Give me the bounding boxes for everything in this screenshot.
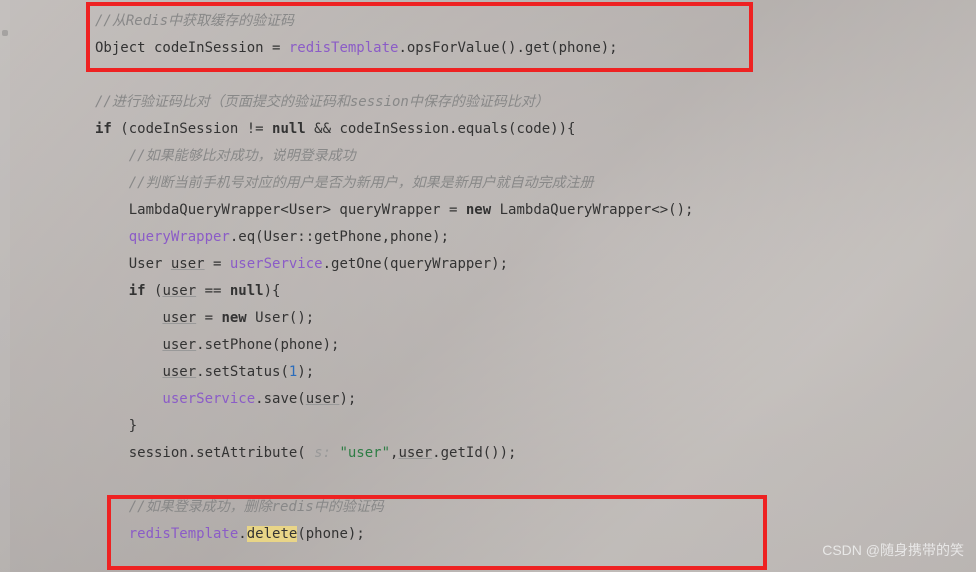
method-highlight: delete (247, 526, 298, 542)
keyword: null (230, 283, 264, 299)
code-line (95, 467, 976, 494)
code-text: ); (339, 391, 356, 407)
param-hint: s: (306, 445, 340, 461)
code-text: User(); (247, 310, 314, 326)
code-text: } (95, 418, 137, 434)
field-ref: redisTemplate (95, 526, 238, 542)
variable: user (162, 283, 196, 299)
code-text: = (196, 310, 221, 326)
code-line (95, 62, 976, 89)
variable: user (171, 256, 205, 272)
code-line: userService.save(user); (95, 386, 976, 413)
code-text (95, 364, 162, 380)
code-text: (codeInSession != (112, 121, 272, 137)
variable: user (162, 337, 196, 353)
code-text: .getId()); (432, 445, 516, 461)
code-line: LambdaQueryWrapper<User> queryWrapper = … (95, 197, 976, 224)
keyword: if (95, 121, 112, 137)
variable: user (398, 445, 432, 461)
code-text: .setStatus( (196, 364, 289, 380)
code-line: //如果登录成功，删除redis中的验证码 (95, 494, 976, 521)
code-line: //进行验证码比对（页面提交的验证码和session中保存的验证码比对） (95, 89, 976, 116)
code-line: if (user == null){ (95, 278, 976, 305)
code-text: LambdaQueryWrapper<User> queryWrapper = (95, 202, 466, 218)
keyword: if (95, 283, 146, 299)
keyword: new (466, 202, 491, 218)
field-ref: redisTemplate (289, 40, 399, 56)
variable: user (306, 391, 340, 407)
code-line: user.setPhone(phone); (95, 332, 976, 359)
code-text: LambdaQueryWrapper<>(); (491, 202, 693, 218)
code-line: } (95, 413, 976, 440)
keyword: new (221, 310, 246, 326)
string-literal: "user" (339, 445, 390, 461)
code-text: . (238, 526, 246, 542)
code-text: .opsForValue().get(phone); (398, 40, 617, 56)
code-line: user = new User(); (95, 305, 976, 332)
field-ref: userService (95, 391, 255, 407)
code-text (95, 337, 162, 353)
comment-text: //从Redis中获取缓存的验证码 (95, 13, 294, 29)
keyword: null (272, 121, 306, 137)
code-line: user.setStatus(1); (95, 359, 976, 386)
variable: user (162, 310, 196, 326)
variable: user (162, 364, 196, 380)
code-line: //从Redis中获取缓存的验证码 (95, 8, 976, 35)
code-text: .save( (255, 391, 306, 407)
code-text (95, 310, 162, 326)
comment-text: //如果能够比对成功，说明登录成功 (95, 148, 356, 164)
code-editor[interactable]: //从Redis中获取缓存的验证码 Object codeInSession =… (0, 0, 976, 548)
code-line: Object codeInSession = redisTemplate.ops… (95, 35, 976, 62)
code-text: session.setAttribute( (95, 445, 306, 461)
code-line: session.setAttribute( s: "user",user.get… (95, 440, 976, 467)
code-text: ); (297, 364, 314, 380)
code-text: == (196, 283, 230, 299)
code-text: .getOne(queryWrapper); (323, 256, 508, 272)
watermark-text: CSDN @随身携带的笑 (822, 537, 964, 564)
field-ref: queryWrapper (95, 229, 230, 245)
code-line: //判断当前手机号对应的用户是否为新用户，如果是新用户就自动完成注册 (95, 170, 976, 197)
code-line: queryWrapper.eq(User::getPhone,phone); (95, 224, 976, 251)
comment-text: //如果登录成功，删除redis中的验证码 (95, 499, 384, 515)
code-text: = (205, 256, 230, 272)
code-text: Object codeInSession = (95, 40, 289, 56)
code-text: ( (146, 283, 163, 299)
code-text: .setPhone(phone); (196, 337, 339, 353)
comment-text: //判断当前手机号对应的用户是否为新用户，如果是新用户就自动完成注册 (95, 175, 594, 191)
comment-text: //进行验证码比对（页面提交的验证码和session中保存的验证码比对） (95, 94, 549, 110)
code-line: if (codeInSession != null && codeInSessi… (95, 116, 976, 143)
code-text: .eq(User::getPhone,phone); (230, 229, 449, 245)
code-text: User (95, 256, 171, 272)
code-line: //如果能够比对成功，说明登录成功 (95, 143, 976, 170)
code-text: ){ (264, 283, 281, 299)
code-text: (phone); (297, 526, 364, 542)
code-line: User user = userService.getOne(queryWrap… (95, 251, 976, 278)
code-text: && codeInSession.equals(code)){ (306, 121, 576, 137)
field-ref: userService (230, 256, 323, 272)
